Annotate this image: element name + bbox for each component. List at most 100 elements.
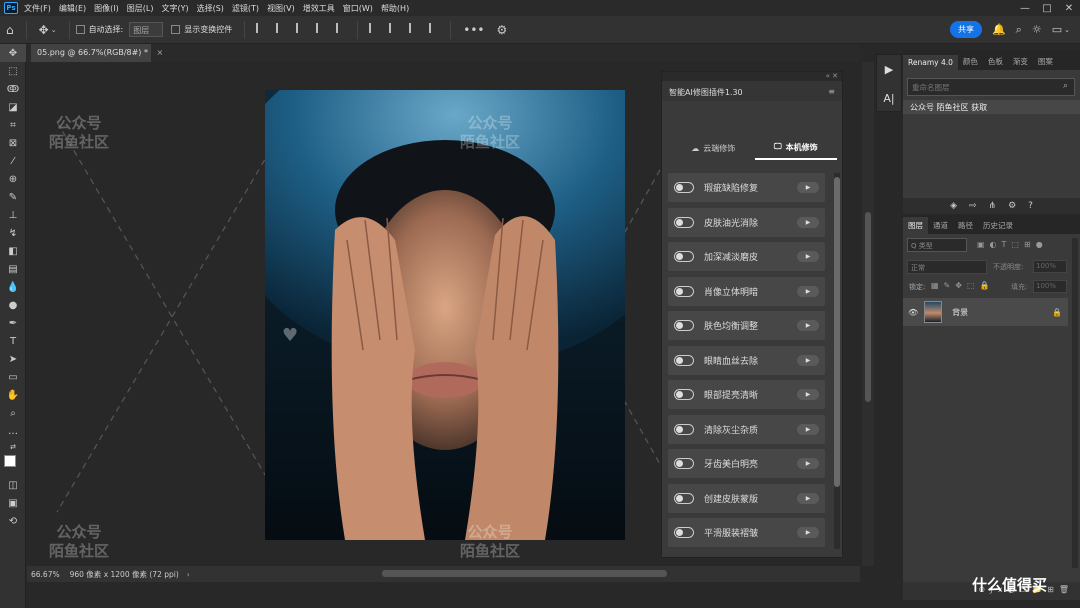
tab-patterns[interactable]: 图案 <box>1033 53 1058 70</box>
tab-renamy[interactable]: Renamy 4.0 <box>903 55 958 70</box>
toggle-switch[interactable] <box>674 251 694 262</box>
play-icon[interactable]: ▶ <box>797 354 819 366</box>
toggle-switch[interactable] <box>674 216 694 228</box>
play-icon[interactable]: ▶ <box>797 458 819 469</box>
play-icon[interactable]: ▶ <box>797 492 819 504</box>
toggle-switch[interactable] <box>674 527 694 538</box>
swap-colors-icon[interactable]: ⇄ <box>0 440 26 454</box>
more-options-icon[interactable]: ••• <box>463 23 484 37</box>
document-photo[interactable] <box>265 90 625 540</box>
chevron-down-icon[interactable]: ⌄ <box>1064 26 1070 34</box>
tab-paths[interactable]: 路径 <box>953 217 978 234</box>
layer-filter-dropdown[interactable]: Q 类型 <box>907 238 967 252</box>
visibility-eye-icon[interactable]: 👁 <box>908 308 918 317</box>
foreground-color[interactable] <box>4 455 16 467</box>
tab-history[interactable]: 历史记录 <box>978 217 1018 234</box>
object-select-tool-icon[interactable]: ◪ <box>0 98 26 116</box>
blend-mode-dropdown[interactable]: 正常 <box>907 260 987 274</box>
scrollbar-thumb[interactable] <box>865 212 871 402</box>
zoom-level[interactable]: 66.67% <box>31 570 60 579</box>
workspace-icon[interactable]: ▭ <box>1052 23 1062 36</box>
play-icon[interactable]: ▶ <box>797 389 819 400</box>
list-item[interactable]: 肖像立体明暗 ▶ <box>668 276 825 306</box>
gear-icon[interactable]: ⚙ <box>497 23 508 37</box>
layer-filter-icons[interactable]: ▣◐T⬚⊞● <box>977 240 1048 249</box>
play-icon[interactable]: ▶ <box>797 320 819 331</box>
properties-icon[interactable]: ◈ <box>950 201 957 211</box>
menu-type[interactable]: 文字(Y) <box>161 3 188 14</box>
link-icon[interactable]: ⋔ <box>989 201 997 211</box>
play-icon[interactable]: ▶ <box>797 251 819 262</box>
auto-select-checkbox[interactable] <box>75 25 85 34</box>
menu-file[interactable]: 文件(F) <box>24 3 51 14</box>
close-tab-icon[interactable]: × <box>157 48 164 57</box>
list-item[interactable]: 加深减淡磨皮 ▶ <box>668 242 825 271</box>
menu-image[interactable]: 图像(I) <box>94 3 119 14</box>
menu-window[interactable]: 窗口(W) <box>343 3 373 14</box>
close-icon[interactable]: ✕ <box>1058 3 1080 14</box>
search-icon[interactable]: ⌕ <box>1016 23 1022 37</box>
horizontal-scrollbar[interactable] <box>382 570 667 577</box>
search-icon[interactable]: ⌕ <box>1063 81 1068 91</box>
move-tool-icon[interactable]: ✥ <box>39 23 49 37</box>
chevron-right-icon[interactable]: › <box>187 570 190 579</box>
list-item[interactable]: 眼睛血丝去除 ▶ <box>668 345 825 375</box>
menu-filter[interactable]: 滤镜(T) <box>232 3 259 14</box>
play-icon[interactable]: ▶ <box>797 216 819 228</box>
list-item[interactable]: 清除灰尘杂质 ▶ <box>668 414 825 444</box>
toggle-switch[interactable] <box>674 423 694 435</box>
share-button[interactable]: 共享 <box>949 21 982 38</box>
brush-tool-icon[interactable]: ✎ <box>0 188 26 206</box>
more-tools-icon[interactable]: … <box>0 422 26 440</box>
renamy-list-item[interactable]: 公众号 陌鱼社区 获取 <box>903 100 1080 114</box>
scrollbar-thumb[interactable] <box>834 177 840 487</box>
quick-mask-icon[interactable]: ◫ <box>0 476 26 494</box>
shape-tool-icon[interactable]: ▭ <box>0 368 26 386</box>
fill-field[interactable]: 100% <box>1033 280 1067 293</box>
opacity-field[interactable]: 100% <box>1033 260 1067 273</box>
menu-view[interactable]: 视图(V) <box>267 3 295 14</box>
hand-tool-icon[interactable]: ✋ <box>0 386 26 404</box>
lightbulb-icon[interactable]: ☼ <box>1032 23 1042 36</box>
show-transform-checkbox[interactable] <box>171 25 181 34</box>
eyedropper-tool-icon[interactable]: ⁄ <box>0 152 26 170</box>
plugin-scrollbar[interactable] <box>834 173 840 549</box>
menu-help[interactable]: 帮助(H) <box>381 3 409 14</box>
screen-mode-icon[interactable]: ▣ <box>0 494 26 512</box>
list-item[interactable]: 牙齿美白明亮 ▶ <box>668 449 825 478</box>
extra-tool-icon[interactable]: ⟲ <box>0 512 26 530</box>
document-info[interactable]: 960 像素 x 1200 像素 (72 ppi) <box>70 569 179 580</box>
list-item[interactable]: 创建皮肤蒙版 ▶ <box>668 483 825 513</box>
type-tool-icon[interactable]: T <box>0 332 26 350</box>
transfer-icon[interactable]: ⇨ <box>969 201 977 211</box>
gradient-tool-icon[interactable]: ▤ <box>0 260 26 278</box>
crop-tool-icon[interactable]: ⌗ <box>0 116 26 134</box>
tab-channels[interactable]: 通道 <box>928 217 953 234</box>
tab-local-retouch[interactable]: 🖵 本机修饰 <box>754 136 837 160</box>
panel-menu-icon[interactable]: ≡ <box>828 87 835 96</box>
healing-brush-icon[interactable]: ⊕ <box>0 170 26 188</box>
dodge-tool-icon[interactable]: ● <box>0 296 26 314</box>
list-item[interactable]: 眼部提亮清晰 ▶ <box>668 380 825 409</box>
toggle-switch[interactable] <box>674 389 694 400</box>
lock-options-icons[interactable]: ▦✎✥⬚🔒 <box>931 281 994 290</box>
list-item[interactable]: 瑕疵缺陷修复 ▶ <box>668 173 825 202</box>
marquee-tool-icon[interactable]: ⬚ <box>0 62 26 80</box>
plugin-header-icons[interactable]: « ✕ <box>662 72 842 81</box>
home-icon[interactable]: ⌂ <box>6 23 14 37</box>
gear-icon[interactable]: ⚙ <box>1008 201 1016 211</box>
toggle-switch[interactable] <box>674 320 694 331</box>
play-icon[interactable]: ▶ <box>797 182 819 193</box>
maximize-icon[interactable]: □ <box>1036 3 1058 14</box>
move-tool-icon[interactable]: ✥ <box>0 44 26 62</box>
toggle-switch[interactable] <box>674 458 694 469</box>
play-action-icon[interactable]: ▶ <box>877 55 901 84</box>
align-buttons[interactable] <box>251 23 351 36</box>
list-item[interactable]: 平滑服装褶皱 ▶ <box>668 518 825 547</box>
blur-tool-icon[interactable]: 💧 <box>0 278 26 296</box>
color-swatches[interactable] <box>0 454 26 476</box>
zoom-tool-icon[interactable]: ⌕ <box>0 404 26 422</box>
menu-select[interactable]: 选择(S) <box>197 3 224 14</box>
play-icon[interactable]: ▶ <box>797 527 819 538</box>
menu-layer[interactable]: 图层(L) <box>127 3 154 14</box>
